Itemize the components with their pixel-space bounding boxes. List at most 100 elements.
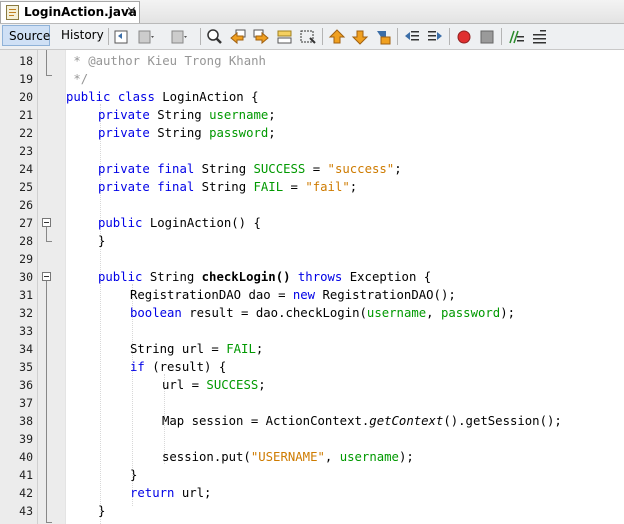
code-line-24: private final String SUCCESS = "success"… [98,160,402,178]
keyword: new [292,288,316,302]
code-line-31: RegistrationDAO dao = new RegistrationDA… [130,286,456,304]
line-number: 19 [19,72,33,86]
keyword: boolean [130,306,182,320]
line-number: 34 [19,342,33,356]
code-line-20: public class LoginAction { [66,88,259,106]
line-number: 33 [19,324,33,338]
method-name: checkLogin() [201,270,291,284]
line-number: 20 [19,90,33,104]
keyword: private [98,162,150,176]
next-bookmark-icon[interactable] [351,28,369,46]
string-literal: "success" [327,162,395,176]
code-text: ; [268,108,276,122]
line-number: 25 [19,180,33,194]
shift-left-icon[interactable] [403,28,421,46]
static-method-name: getContext [369,414,444,428]
code-text: ); [398,450,414,464]
code-line-19: */ [66,70,88,88]
last-edit-icon[interactable] [113,28,131,46]
code-line-43: } [98,502,105,520]
toolbar-separator [397,28,398,45]
code-line-28: } [98,232,105,250]
code-line-40: session.put("USERNAME", username); [162,448,414,466]
code-line-27: public LoginAction() { [98,214,261,232]
start-macro-icon[interactable] [455,28,473,46]
close-tab-icon[interactable]: × [126,4,137,19]
keyword: public [66,90,111,104]
type-name: String [201,162,247,176]
code-line-25: private final String FAIL = "fail"; [98,178,357,196]
line-number: 35 [19,360,33,374]
line-number: 23 [19,144,33,158]
java-file-icon [6,5,19,20]
fold-line [46,50,47,75]
code-line-22: private String password; [98,124,276,142]
line-number: 18 [19,54,33,68]
code-text: , [426,306,441,320]
code-text: ; [268,126,276,140]
fold-end [46,522,52,523]
toggle-bookmark-icon[interactable] [374,28,392,46]
find-next-icon[interactable] [252,28,270,46]
comment-text: */ [66,72,89,86]
field-name: SUCCESS [253,162,306,176]
keyword: public [98,270,143,284]
find-icon[interactable] [206,28,224,46]
toolbar-separator [501,28,502,45]
source-tab-button[interactable]: Source [2,25,50,46]
previous-bookmark-icon[interactable] [328,28,346,46]
code-line-18: * @author Kieu Trong Khanh [66,52,266,70]
type-name: String [157,108,202,122]
comment-text: * [66,54,89,68]
code-text: = [305,162,328,176]
uncomment-icon[interactable] [530,28,548,46]
field-name: FAIL [226,342,256,356]
code-text: RegistrationDAO(); [315,288,456,302]
line-number: 40 [19,450,33,464]
code-editor[interactable]: * @author Kieu Trong Khanh */ public cla… [66,50,624,524]
line-number-gutter[interactable]: 18 19 20 21 22 23 24 25 26 27 28 29 30 31 32 33 34 35 36 37… [0,50,66,524]
code-text: ; [255,342,264,356]
line-number: 43 [19,504,33,518]
tab-title: LoginAction.java [24,5,137,19]
fold-toggle-constructor[interactable] [42,218,51,227]
code-text: result = dao.checkLogin( [181,306,367,320]
code-text: Map session = ActionContext. [162,414,370,428]
code-text: } [130,468,138,482]
field-name: SUCCESS [206,378,259,392]
toggle-highlight-icon[interactable] [276,28,294,46]
class-name: LoginAction { [162,90,259,104]
find-previous-icon[interactable] [229,28,247,46]
exception-name: Exception { [349,270,432,284]
shift-right-icon[interactable] [426,28,444,46]
editor-tab-bar: LoginAction.java × [0,0,624,24]
string-literal: "fail" [305,180,350,194]
code-line-35: if (result) { [130,358,226,376]
back-icon[interactable] [137,28,155,46]
line-number: 22 [19,126,33,140]
line-number: 42 [19,486,33,500]
find-selection-icon[interactable] [299,28,317,46]
fold-line [46,227,47,241]
editor-tab[interactable]: LoginAction.java × [0,1,140,23]
code-text: } [98,504,106,518]
history-tab-button[interactable]: History [55,25,104,46]
code-text: = [283,180,306,194]
line-number: 38 [19,414,33,428]
keyword: private [98,126,150,140]
code-line-36: url = SUCCESS; [162,376,266,394]
line-number: 41 [19,468,33,482]
constructor-signature: LoginAction() { [149,216,261,230]
code-line-34: String url = FAIL; [130,340,263,358]
fold-toggle-checklogin[interactable] [42,272,51,281]
comment-icon[interactable] [507,28,525,46]
forward-icon[interactable] [170,28,188,46]
field-name: FAIL [253,180,284,194]
field-name: username [209,108,269,122]
code-text: RegistrationDAO dao = [130,288,293,302]
line-number: 27 [19,216,33,230]
line-number: 39 [19,432,33,446]
code-line-38: Map session = ActionContext.getContext()… [162,412,562,430]
line-number: 32 [19,306,33,320]
stop-macro-icon[interactable] [478,28,496,46]
